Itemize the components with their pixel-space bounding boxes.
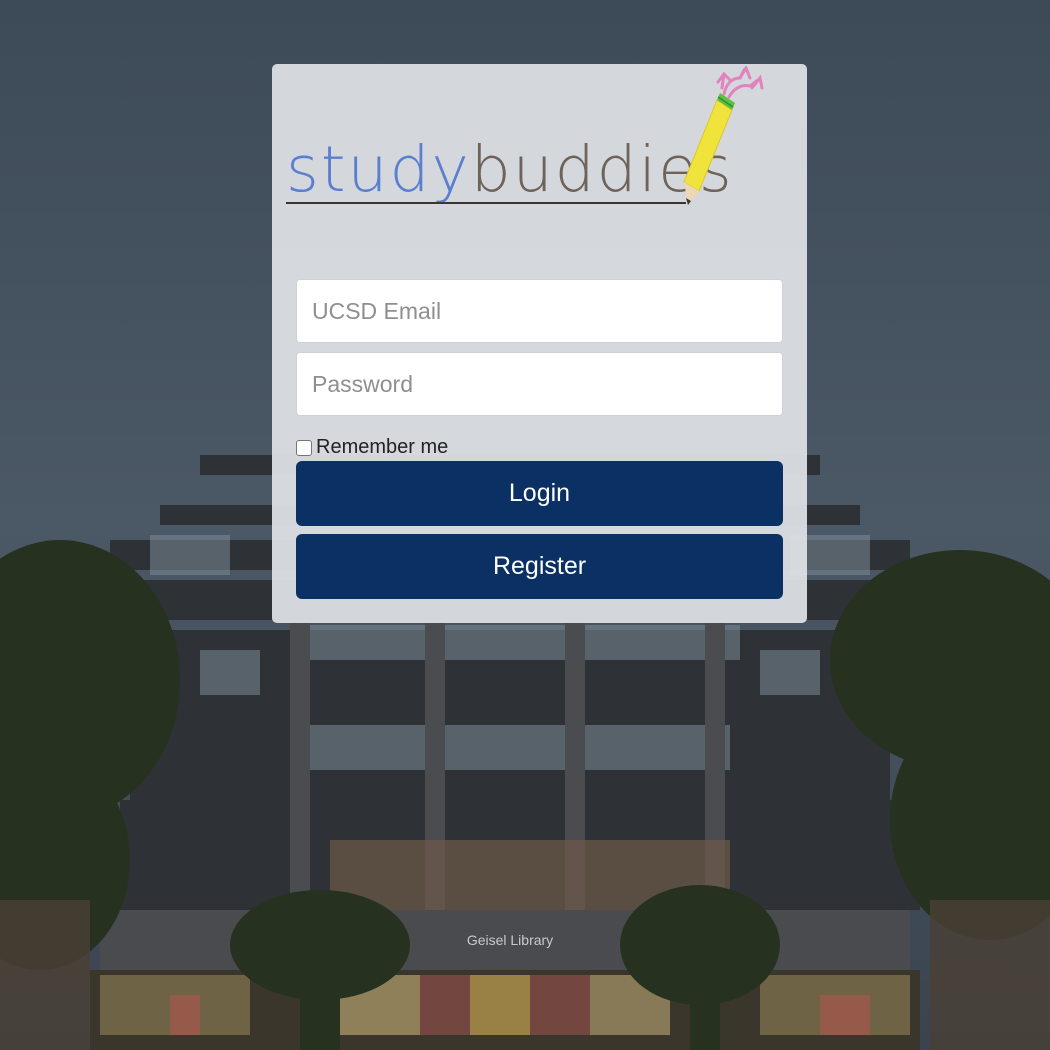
login-button[interactable]: Login [296,461,783,526]
logo-underline [286,202,686,204]
library-sign: Geisel Library [467,932,553,948]
remember-me-row[interactable]: Remember me [296,436,448,459]
studybuddies-logo: studybuddies [284,66,784,226]
pencil-icon [683,66,764,205]
register-button[interactable]: Register [296,534,783,599]
email-input[interactable] [296,279,783,343]
logo-wordmark: studybuddies [286,138,734,201]
login-button-label: Login [508,479,571,507]
password-input[interactable] [296,352,783,416]
remember-me-checkbox[interactable] [296,439,312,456]
logo-word-study: study [286,133,471,206]
remember-me-label: Remember me [316,436,449,458]
register-button-label: Register [492,552,587,580]
login-card: studybuddies UCSD Email Remember me Logi… [272,64,807,623]
